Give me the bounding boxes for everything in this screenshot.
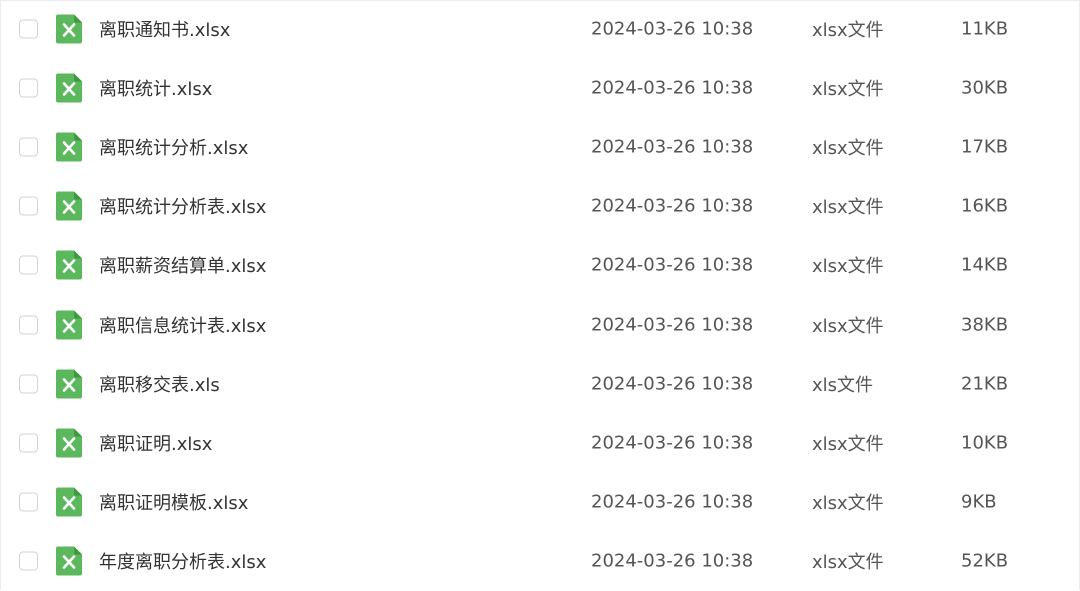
file-row[interactable]: 离职证明.xlsx 2024-03-26 10:38 xlsx文件 10KB [1, 413, 1079, 472]
file-type: xls文件 [812, 374, 874, 396]
excel-file-icon [56, 546, 82, 576]
row-checkbox[interactable] [19, 196, 38, 216]
file-type: xlsx文件 [812, 197, 884, 219]
file-modified-date: 2024-03-26 10:38 [591, 491, 754, 513]
file-size: 17KB [961, 136, 1009, 158]
file-modified-date: 2024-03-26 10:38 [591, 77, 754, 99]
file-modified-date: 2024-03-26 10:38 [591, 373, 754, 395]
excel-file-icon [56, 310, 82, 339]
file-type: xlsx文件 [812, 137, 884, 159]
file-modified-date: 2024-03-26 10:38 [591, 18, 754, 39]
file-row[interactable]: 离职统计分析.xlsx 2024-03-26 10:38 xlsx文件 17KB [1, 117, 1079, 176]
file-name[interactable]: 离职统计分析.xlsx [99, 134, 248, 160]
file-size: 11KB [961, 18, 1009, 39]
file-modified-date: 2024-03-26 10:38 [591, 254, 754, 276]
file-size: 21KB [961, 373, 1009, 395]
file-name[interactable]: 离职统计分析表.xlsx [99, 193, 266, 219]
file-row[interactable]: 离职统计分析表.xlsx 2024-03-26 10:38 xlsx文件 16K… [1, 177, 1079, 236]
file-row[interactable]: 离职薪资结算单.xlsx 2024-03-26 10:38 xlsx文件 14K… [1, 236, 1079, 295]
row-checkbox[interactable] [19, 492, 38, 512]
excel-file-icon [56, 132, 82, 162]
file-row[interactable]: 离职移交表.xls 2024-03-26 10:38 xls文件 21KB [1, 354, 1079, 413]
file-name[interactable]: 离职统计.xlsx [99, 75, 212, 101]
file-type: xlsx文件 [812, 552, 884, 574]
excel-file-icon [56, 487, 82, 517]
file-size: 52KB [961, 550, 1009, 572]
row-checkbox[interactable] [19, 137, 38, 157]
file-name[interactable]: 离职通知书.xlsx [99, 16, 230, 42]
file-name[interactable]: 年度离职分析表.xlsx [99, 548, 266, 574]
excel-file-icon [56, 191, 82, 221]
file-type: xlsx文件 [812, 78, 884, 100]
file-row[interactable]: 年度离职分析表.xlsx 2024-03-26 10:38 xlsx文件 52K… [1, 532, 1079, 591]
file-row[interactable]: 离职信息统计表.xlsx 2024-03-26 10:38 xlsx文件 38K… [1, 295, 1079, 354]
excel-file-icon [56, 369, 82, 399]
file-name[interactable]: 离职薪资结算单.xlsx [99, 252, 266, 278]
excel-file-icon [56, 250, 82, 280]
file-modified-date: 2024-03-26 10:38 [591, 550, 754, 572]
file-type: xlsx文件 [812, 315, 884, 337]
file-type: xlsx文件 [812, 19, 884, 41]
file-modified-date: 2024-03-26 10:38 [591, 195, 754, 217]
row-checkbox[interactable] [19, 551, 38, 571]
file-name[interactable]: 离职移交表.xls [99, 371, 220, 397]
row-checkbox[interactable] [19, 19, 38, 38]
file-name[interactable]: 离职证明模板.xlsx [99, 489, 248, 515]
file-type: xlsx文件 [812, 256, 884, 278]
excel-file-icon [56, 14, 82, 43]
row-checkbox[interactable] [19, 255, 38, 275]
file-type: xlsx文件 [812, 433, 884, 455]
file-size: 10KB [961, 432, 1009, 454]
file-name[interactable]: 离职证明.xlsx [99, 430, 212, 456]
file-size: 9KB [961, 491, 997, 513]
file-size: 30KB [961, 77, 1009, 99]
row-checkbox[interactable] [19, 374, 38, 394]
file-modified-date: 2024-03-26 10:38 [591, 136, 754, 158]
file-size: 14KB [961, 254, 1009, 276]
row-checkbox[interactable] [19, 315, 38, 334]
file-size: 38KB [961, 314, 1009, 335]
file-row[interactable]: 离职统计.xlsx 2024-03-26 10:38 xlsx文件 30KB [1, 58, 1079, 117]
row-checkbox[interactable] [19, 78, 38, 98]
file-size: 16KB [961, 195, 1009, 217]
row-checkbox[interactable] [19, 433, 38, 453]
file-type: xlsx文件 [812, 493, 884, 515]
excel-file-icon [56, 73, 82, 103]
file-name[interactable]: 离职信息统计表.xlsx [99, 312, 266, 338]
excel-file-icon [56, 428, 82, 458]
file-row[interactable]: 离职证明模板.xlsx 2024-03-26 10:38 xlsx文件 9KB [1, 473, 1079, 532]
file-modified-date: 2024-03-26 10:38 [591, 432, 754, 454]
file-modified-date: 2024-03-26 10:38 [591, 314, 754, 335]
file-row[interactable]: 离职通知书.xlsx 2024-03-26 10:38 xlsx文件 11KB [1, 0, 1079, 58]
file-list: 离职通知书.xlsx 2024-03-26 10:38 xlsx文件 11KB … [0, 0, 1080, 590]
